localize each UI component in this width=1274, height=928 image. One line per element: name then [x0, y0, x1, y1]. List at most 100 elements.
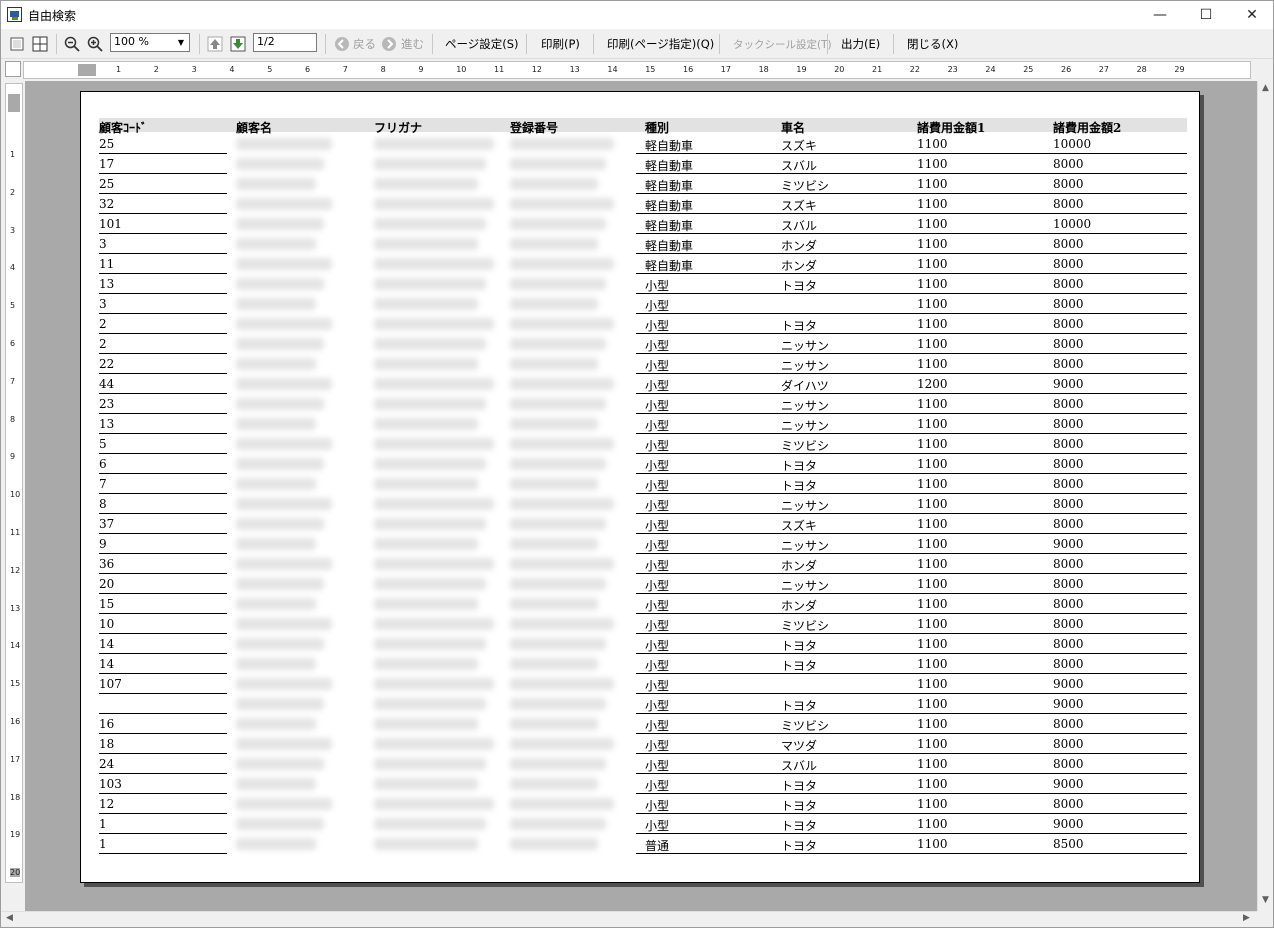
cell-car: スズキ	[781, 139, 818, 153]
redacted-cell	[510, 398, 606, 410]
zoom-out-icon[interactable]	[63, 35, 81, 53]
scroll-up-icon[interactable]: ▲	[1262, 83, 1269, 93]
scroll-left-icon[interactable]: ◀	[6, 913, 13, 923]
single-page-icon[interactable]	[8, 35, 26, 53]
forward-arrow-icon[interactable]	[380, 35, 398, 53]
cell-amt1: 1100	[917, 497, 948, 511]
cell-amt2: 8000	[1053, 457, 1084, 471]
page-number-input[interactable]: 1/2	[253, 33, 317, 52]
redacted-cell	[510, 758, 606, 770]
redacted-cell	[510, 818, 606, 830]
scroll-right-icon[interactable]: ▶	[1243, 913, 1250, 923]
redacted-cell	[510, 358, 598, 370]
ruler-number: 1	[116, 65, 122, 74]
ruler-number: 27	[1098, 65, 1109, 74]
redacted-cell	[236, 838, 316, 850]
page-up-icon[interactable]	[206, 35, 224, 53]
redacted-cell	[374, 598, 478, 610]
cell-amt1: 1100	[917, 457, 948, 471]
back-button[interactable]: 戻る	[353, 33, 376, 55]
print-button[interactable]: 印刷(P)	[541, 33, 580, 55]
redacted-cell	[510, 278, 606, 290]
redacted-cell	[374, 138, 494, 150]
redacted-cell	[236, 438, 332, 450]
cell-type: 小型	[645, 639, 670, 653]
redacted-cell	[510, 198, 614, 210]
redacted-cell	[236, 158, 324, 170]
redacted-cell	[374, 638, 486, 650]
ruler-number: 10	[10, 490, 21, 500]
cell-code: 12	[99, 797, 115, 811]
chevron-down-icon[interactable]: ▼	[173, 34, 189, 51]
print-page-range-button[interactable]: 印刷(ページ指定)(Q)	[607, 33, 714, 55]
cell-code: 1	[99, 837, 107, 851]
cell-amt1: 1100	[917, 537, 948, 551]
output-button[interactable]: 出力(E)	[841, 33, 880, 55]
ruler-number: 2	[153, 65, 159, 74]
redacted-cell	[236, 378, 332, 390]
cell-amt2: 8000	[1053, 237, 1084, 251]
ruler-number: 14	[10, 641, 21, 651]
title-bar: 自由検索 — ☐ ✕	[1, 1, 1273, 29]
redacted-cell	[374, 658, 478, 670]
cell-type: 小型	[645, 739, 670, 753]
cell-amt2: 8000	[1053, 317, 1084, 331]
cell-car: ニッサン	[781, 419, 830, 433]
cell-amt2: 8000	[1053, 297, 1084, 311]
scroll-down-icon[interactable]: ▼	[1262, 895, 1269, 905]
multi-page-icon[interactable]	[31, 35, 49, 53]
cell-amt2: 9000	[1053, 677, 1084, 691]
cell-code: 36	[99, 557, 115, 571]
redacted-cell	[236, 598, 316, 610]
table-row: 10 小型 ミツビシ 1100 8000	[81, 614, 1199, 634]
redacted-cell	[374, 718, 478, 730]
redacted-cell	[374, 438, 494, 450]
cell-type: 小型	[645, 659, 670, 673]
redacted-cell	[236, 538, 316, 550]
cell-amt1: 1100	[917, 517, 948, 531]
close-button[interactable]: 閉じる(X)	[907, 33, 958, 55]
cell-type: 小型	[645, 299, 670, 313]
page-down-icon[interactable]	[229, 35, 247, 53]
cell-amt2: 8000	[1053, 797, 1084, 811]
cell-code: 1	[99, 817, 107, 831]
table-row: 44 小型 ダイハツ 1200 9000	[81, 374, 1199, 394]
tack-seal-settings-button[interactable]: タックシール設定(T)	[733, 33, 832, 55]
cell-amt2: 9000	[1053, 817, 1084, 831]
zoom-select[interactable]: 100 % ▼	[110, 33, 190, 52]
ruler-number: 1	[10, 150, 16, 159]
cell-code: 16	[99, 717, 115, 731]
cell-code: 24	[99, 757, 115, 771]
cell-code: 9	[99, 537, 107, 551]
back-arrow-icon[interactable]	[333, 35, 351, 53]
cell-code: 11	[99, 257, 115, 271]
ruler-number: 6	[305, 65, 311, 74]
ruler-number: 20	[10, 868, 21, 878]
cell-car: トヨタ	[781, 479, 818, 493]
cell-amt2: 8500	[1053, 837, 1084, 851]
cell-amt1: 1100	[917, 677, 948, 691]
redacted-cell	[510, 178, 598, 190]
redacted-cell	[510, 678, 614, 690]
redacted-cell	[374, 278, 486, 290]
cell-type: 小型	[645, 679, 670, 693]
maximize-button[interactable]: ☐	[1183, 1, 1229, 29]
cell-amt2: 8000	[1053, 497, 1084, 511]
cell-amt1: 1100	[917, 557, 948, 571]
cell-car: ダイハツ	[781, 379, 829, 393]
cell-car: トヨタ	[781, 799, 818, 813]
page-setup-button[interactable]: ページ設定(S)	[445, 33, 519, 55]
ruler-number: 7	[10, 376, 16, 386]
ruler-number: 17	[10, 754, 21, 764]
cell-amt2: 8000	[1053, 337, 1084, 351]
zoom-in-icon[interactable]	[86, 35, 104, 53]
redacted-cell	[374, 158, 486, 170]
cell-code: 103	[99, 777, 122, 791]
close-window-button[interactable]: ✕	[1229, 1, 1274, 29]
horizontal-scrollbar[interactable]: ◀ ▶	[1, 911, 1257, 927]
preview-canvas[interactable]: 顧客ｺｰﾄﾞ 顧客名 フリガナ 登録番号 種別 車名 諸費用金額1 諸費用金額2 25 軽自動車ス…	[25, 81, 1257, 911]
cell-amt1: 1100	[917, 657, 948, 671]
forward-button[interactable]: 進む	[401, 33, 424, 55]
vertical-scrollbar[interactable]: ▲ ▼	[1257, 81, 1273, 911]
minimize-button[interactable]: —	[1137, 1, 1183, 29]
